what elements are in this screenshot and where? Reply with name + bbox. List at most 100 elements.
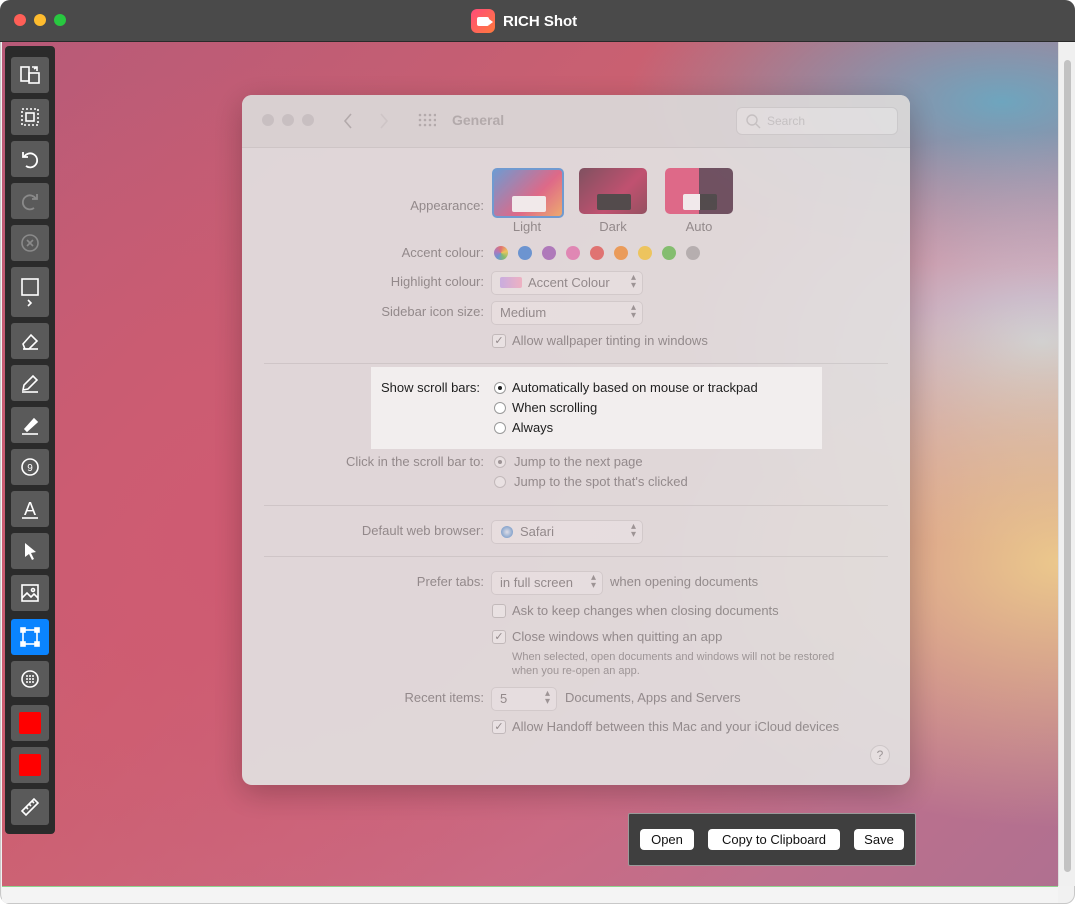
scroll-bars-always-label: Always — [512, 420, 554, 435]
appearance-dark-thumb — [579, 168, 647, 214]
rectangle-icon[interactable] — [11, 267, 49, 317]
sidebar-size-popup: Medium ▴ ▾ — [491, 301, 643, 325]
arrow-pointer-icon[interactable] — [11, 533, 49, 569]
save-button[interactable]: Save — [854, 829, 904, 850]
click-scroll-spot-label: Jump to the spot that's clicked — [514, 474, 688, 489]
selected-region-scroll-bars[interactable]: Show scroll bars: Automatically based on… — [371, 367, 822, 449]
app-window: RICH Shot 9 A General Search Appearance:… — [0, 0, 1075, 904]
copy-screens-icon[interactable] — [11, 57, 49, 93]
accent-colour-swatch — [614, 246, 628, 260]
app-title-text: RICH Shot — [503, 12, 578, 30]
minimize-window-button[interactable] — [34, 14, 46, 26]
prefer-tabs-popup: in full screen ▴ ▾ — [491, 571, 603, 595]
accent-label: Accent colour: — [401, 245, 484, 260]
highlight-value: Accent Colour — [528, 275, 610, 290]
highlight-swatch — [500, 277, 522, 288]
undo-icon[interactable] — [11, 141, 49, 177]
stroke-color-swatch[interactable] — [11, 747, 49, 783]
prefs-title: General — [452, 112, 505, 128]
appearance-auto-label: Auto — [685, 219, 713, 234]
browser-value: Safari — [520, 524, 554, 539]
recent-items-suffix: Documents, Apps and Servers — [565, 690, 741, 705]
prefer-tabs-label: Prefer tabs: — [416, 574, 484, 589]
copy-to-clipboard-button[interactable]: Copy to Clipboard — [708, 829, 840, 850]
close-windows-note-2: when you re-open an app. — [512, 665, 640, 677]
sidebar-size-value: Medium — [500, 305, 547, 320]
accent-colour-swatch — [494, 246, 508, 260]
scroll-bars-scrolling-radio — [494, 401, 506, 414]
ruler-icon[interactable] — [11, 789, 49, 825]
text-tool-glyph: A — [24, 499, 36, 519]
close-windows-label: Close windows when quitting an app — [512, 629, 723, 644]
zoom-window-button[interactable] — [54, 14, 66, 26]
scroll-bars-option-scrolling: When scrolling — [494, 400, 597, 415]
more-icon[interactable] — [11, 661, 49, 697]
vertical-scrollbar[interactable] — [1058, 42, 1075, 886]
close-windows-note-1: When selected, open documents and window… — [512, 651, 835, 663]
popup-arrows-icon: ▴ ▾ — [590, 572, 596, 591]
image-icon[interactable] — [11, 575, 49, 611]
ask-keep-label: Ask to keep changes when closing documen… — [512, 603, 779, 618]
scroll-bars-scrolling-label: When scrolling — [512, 400, 598, 415]
appearance-light-label: Light — [512, 219, 542, 234]
ask-keep-checkbox — [492, 604, 506, 618]
open-button[interactable]: Open — [640, 829, 694, 850]
eraser-icon[interactable] — [11, 323, 49, 359]
fill-color-chip — [19, 712, 41, 734]
appearance-label: Appearance: — [410, 198, 484, 213]
prefer-tabs-suffix: when opening documents — [610, 574, 759, 589]
accent-colour-swatch — [590, 246, 604, 260]
prefs-minimize-dot — [282, 114, 294, 126]
click-scroll-label: Click in the scroll bar to: — [346, 454, 484, 469]
highlight-popup: Accent Colour ▴ ▾ — [491, 271, 643, 295]
crop-selection-icon[interactable] — [11, 619, 49, 655]
appearance-auto-thumb — [665, 168, 733, 214]
scroll-bars-auto-label: Automatically based on mouse or trackpad — [512, 380, 758, 395]
selection-frame-icon[interactable] — [11, 99, 49, 135]
appearance-dark-label: Dark — [599, 219, 627, 234]
accent-colour-swatch — [638, 246, 652, 260]
appearance-light-thumb — [492, 168, 564, 218]
click-scroll-next-label: Jump to the next page — [514, 454, 643, 469]
wallpaper-tint-label: Allow wallpaper tinting in windows — [512, 333, 708, 348]
close-window-button[interactable] — [14, 14, 26, 26]
prefs-search-field: Search — [736, 107, 898, 135]
click-scroll-spot-radio — [494, 476, 506, 488]
scroll-bars-label: Show scroll bars: — [381, 380, 480, 395]
counter-number: 9 — [27, 463, 33, 474]
forward-chevron-icon — [380, 113, 389, 129]
text-icon[interactable]: A — [11, 491, 49, 527]
accent-colour-swatch — [518, 246, 532, 260]
recent-items-label: Recent items: — [404, 690, 484, 705]
clear-icon[interactable] — [11, 225, 49, 261]
click-scroll-next-radio — [494, 456, 506, 468]
accent-colour-swatch — [566, 246, 580, 260]
prefs-zoom-dot — [302, 114, 314, 126]
accent-colour-swatch — [662, 246, 676, 260]
highlight-label: Highlight colour: — [390, 274, 484, 289]
handoff-label: Allow Handoff between this Mac and your … — [512, 719, 840, 734]
stepper-arrows-icon: ▴ ▾ — [544, 688, 550, 707]
scrollbar-thumb[interactable] — [1064, 60, 1071, 872]
help-button: ? — [870, 745, 890, 765]
grid-icon — [418, 113, 436, 127]
counter-icon[interactable]: 9 — [11, 449, 49, 485]
scroll-bars-option-always: Always — [494, 420, 553, 435]
prefs-close-dot — [262, 114, 274, 126]
highlighter-icon[interactable] — [11, 407, 49, 443]
scroll-bars-option-auto: Automatically based on mouse or trackpad — [494, 380, 758, 395]
redo-icon[interactable] — [11, 183, 49, 219]
search-icon — [746, 114, 761, 129]
separator — [264, 556, 888, 557]
recent-items-stepper: 5 ▴ ▾ — [491, 687, 557, 711]
horizontal-scrollbar[interactable] — [2, 886, 1058, 903]
stroke-color-chip — [19, 754, 41, 776]
popup-arrows-icon: ▴ ▾ — [630, 272, 636, 291]
prefs-toolbar: General Search — [242, 95, 910, 148]
prefer-tabs-value: in full screen — [500, 575, 573, 590]
fill-color-swatch[interactable] — [11, 705, 49, 741]
browser-popup: Safari ▴ ▾ — [491, 520, 643, 544]
wallpaper-tint-checkbox: ✓ — [492, 334, 506, 348]
pencil-icon[interactable] — [11, 365, 49, 401]
separator — [264, 505, 888, 506]
